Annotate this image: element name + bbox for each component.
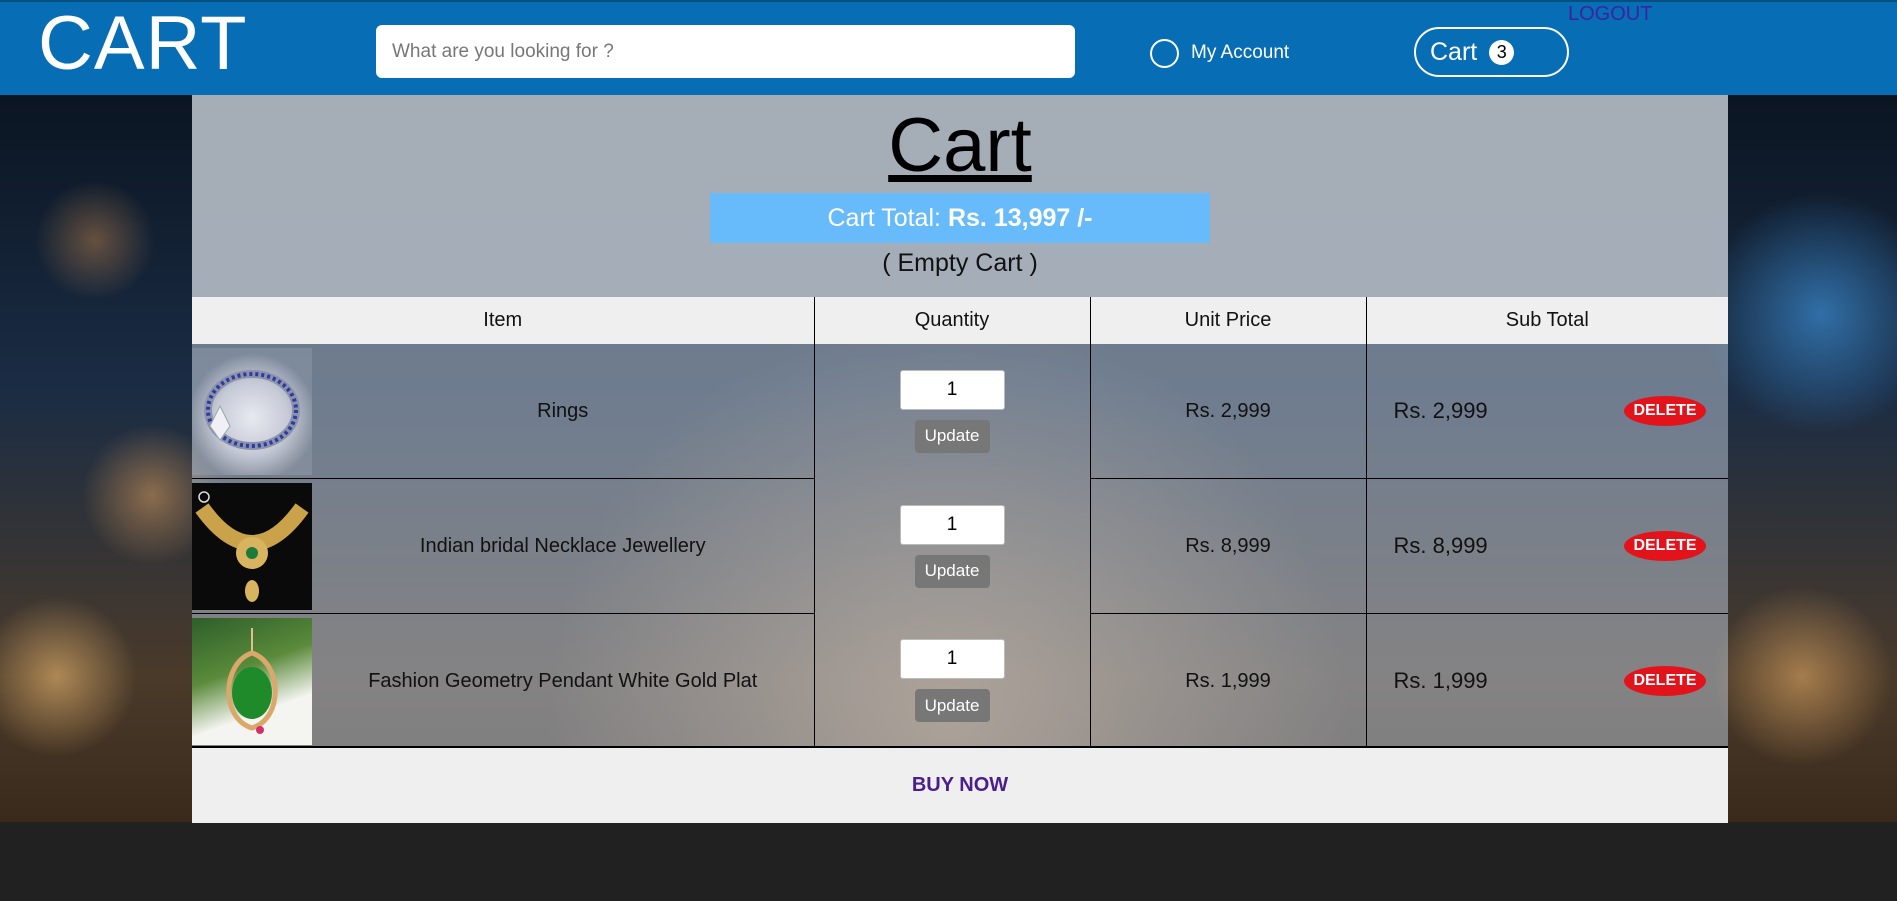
buy-now-button[interactable]: BUY NOW [912,774,1008,797]
cart-label: Cart [1430,37,1478,66]
cart-panel: Cart Cart Total: Rs. 13,997 /- ( Empty C… [192,95,1728,823]
quantity-input[interactable] [899,369,1005,410]
table-row: Fashion Geometry Pendant White Gold Plat… [192,613,1728,748]
cart-summary: Cart Cart Total: Rs. 13,997 /- ( Empty C… [192,95,1728,297]
unit-price: Rs. 2,999 [1089,344,1366,479]
sub-total: Rs. 8,999 [1393,533,1488,558]
search-input[interactable] [376,25,1075,78]
my-account-link[interactable]: My Account [1150,38,1289,68]
cart-total-label: Cart Total: [827,203,941,232]
column-header-item: Item [192,297,814,344]
quantity-input[interactable] [899,639,1005,680]
empty-cart-link[interactable]: ( Empty Cart ) [192,249,1728,278]
item-name[interactable]: Rings [312,400,814,423]
column-header-unit-price: Unit Price [1089,297,1366,344]
cart-button[interactable]: Cart 3 [1414,27,1569,77]
update-button[interactable]: Update [914,419,990,453]
sub-total: Rs. 1,999 [1393,668,1488,693]
pendant-image [192,617,312,745]
column-header-quantity: Quantity [813,297,1090,344]
site-logo[interactable]: CART [38,4,248,84]
item-name[interactable]: Fashion Geometry Pendant White Gold Plat [312,670,814,693]
page-title: Cart [888,103,1032,188]
delete-button[interactable]: DELETE [1624,666,1706,696]
column-header-sub-total: Sub Total [1365,297,1728,344]
item-name[interactable]: Indian bridal Necklace Jewellery [312,535,814,558]
necklace-image [192,482,312,610]
table-row: Rings Update Rs. 2,999 Rs. 2,999 DELETE [192,344,1728,479]
unit-price: Rs. 8,999 [1089,478,1366,614]
logout-link[interactable]: LOGOUT [1568,3,1652,26]
unit-price: Rs. 1,999 [1089,613,1366,748]
buy-now-row: BUY NOW [192,746,1728,823]
update-button[interactable]: Update [914,689,990,723]
table-row: Indian bridal Necklace Jewellery Update … [192,478,1728,614]
cart-total-bar: Cart Total: Rs. 13,997 /- [710,193,1210,243]
cart-total-value: Rs. 13,997 /- [947,203,1093,232]
cart-table: Item Quantity Unit Price Sub Total Rings… [192,297,1728,748]
account-icon [1150,38,1179,68]
top-navbar: CART My Account Cart 3 LOGOUT [0,0,1897,95]
delete-button[interactable]: DELETE [1624,531,1706,561]
account-label: My Account [1191,42,1290,63]
cart-count-badge: 3 [1489,39,1515,65]
quantity-input[interactable] [899,504,1005,545]
update-button[interactable]: Update [914,554,990,588]
delete-button[interactable]: DELETE [1624,396,1706,426]
ring-image [192,347,312,475]
sub-total: Rs. 2,999 [1393,398,1488,423]
